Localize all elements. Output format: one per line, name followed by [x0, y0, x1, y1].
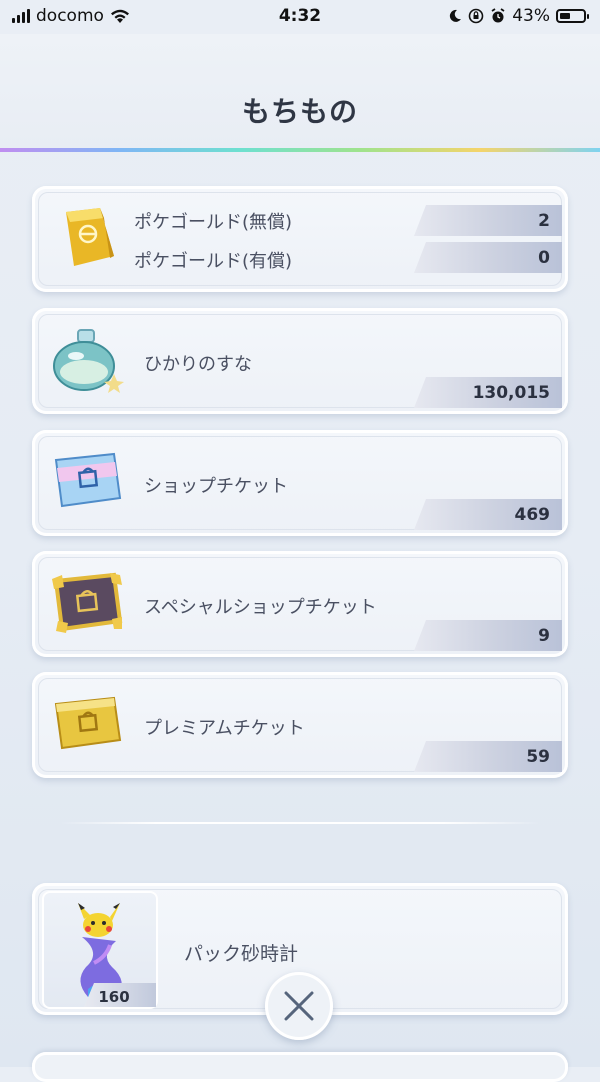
premium-ticket-icon — [54, 696, 122, 750]
item-count-shop-ticket: 469 — [414, 499, 562, 530]
hourglass-tile: 160 — [42, 891, 158, 1009]
section-divider — [60, 822, 540, 824]
item-label-special-shop-ticket: スペシャルショップチケット — [144, 597, 377, 618]
special-shop-ticket-icon — [52, 572, 123, 633]
shop-ticket-card: ショップチケット 469 — [32, 430, 568, 536]
shop-ticket-icon — [54, 452, 122, 508]
alarm-icon — [491, 8, 505, 23]
moon-icon — [450, 9, 462, 22]
item-count-pokegold-free: 2 — [414, 205, 562, 236]
close-button[interactable] — [265, 972, 333, 1040]
special-shop-ticket-card: スペシャルショップチケット 9 — [32, 551, 568, 657]
item-count-pokegold-paid: 0 — [414, 242, 562, 273]
item-label-premium-ticket: プレミアムチケット — [144, 718, 305, 739]
item-label-pokegold-paid: ポケゴールド(有償) — [134, 251, 293, 272]
status-bar: docomo 4:32 43% — [0, 0, 600, 34]
item-label-pokegold-free: ポケゴールド(無償) — [134, 212, 293, 233]
status-right: 43% — [448, 6, 589, 26]
page-header: もちもの — [0, 34, 600, 150]
item-count-shining-sand: 130,015 — [414, 377, 562, 408]
premium-ticket-card: プレミアムチケット 59 — [32, 672, 568, 778]
item-label-pack-hourglass: パック砂時計 — [184, 943, 299, 965]
header-rainbow-line — [0, 148, 600, 152]
item-count-pack-hourglass: 160 — [98, 988, 130, 1006]
item-count-special-shop-ticket: 9 — [414, 620, 562, 651]
close-icon — [284, 991, 314, 1021]
battery-icon — [556, 9, 589, 23]
item-count-premium-ticket: 59 — [414, 741, 562, 772]
rotation-lock-icon — [468, 8, 484, 24]
battery-percent: 43% — [512, 6, 550, 26]
next-card-peek — [32, 1052, 568, 1082]
gold-bar-icon — [66, 208, 114, 266]
item-label-shop-ticket: ショップチケット — [144, 476, 288, 497]
shining-sand-card: ひかりのすな 130,015 — [32, 308, 568, 414]
item-label-shining-sand: ひかりのすな — [144, 354, 252, 375]
pokegold-card: ポケゴールド(無償) 2 ポケゴールド(有償) 0 — [32, 186, 568, 292]
page-title: もちもの — [241, 95, 358, 128]
shining-sand-bottle-icon — [53, 329, 124, 393]
